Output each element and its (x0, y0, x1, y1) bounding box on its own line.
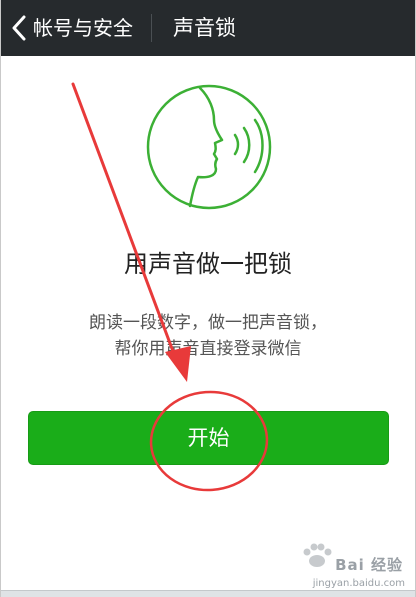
voice-lock-heading: 用声音做一把锁 (124, 250, 292, 278)
page-title: 声音锁 (173, 16, 236, 40)
watermark-brand: Bai 经验 (335, 556, 403, 574)
navigation-bar: 帐号与安全 声音锁 (1, 0, 415, 56)
voice-lock-description: 朗读一段数字，做一把声音锁， 帮你用声音直接登录微信 (1, 310, 415, 362)
nav-divider (151, 14, 152, 42)
paw-icon (303, 543, 332, 567)
voice-lock-screen: 帐号与安全 声音锁 用声音做一把锁 朗读一段数字，做一把声音锁， 帮你用声音直接… (0, 0, 416, 597)
chevron-left-icon (12, 15, 26, 41)
description-line-2: 帮你用声音直接登录微信 (114, 339, 302, 359)
bottom-edge (1, 590, 415, 597)
back-button-label: 帐号与安全 (33, 16, 133, 40)
description-line-1: 朗读一段数字，做一把声音锁， (89, 313, 327, 333)
watermark-url: jingyan.baidu.com (312, 578, 405, 589)
voice-face-icon (146, 84, 272, 210)
start-button[interactable]: 开始 (28, 411, 389, 465)
back-button[interactable]: 帐号与安全 (11, 10, 133, 46)
